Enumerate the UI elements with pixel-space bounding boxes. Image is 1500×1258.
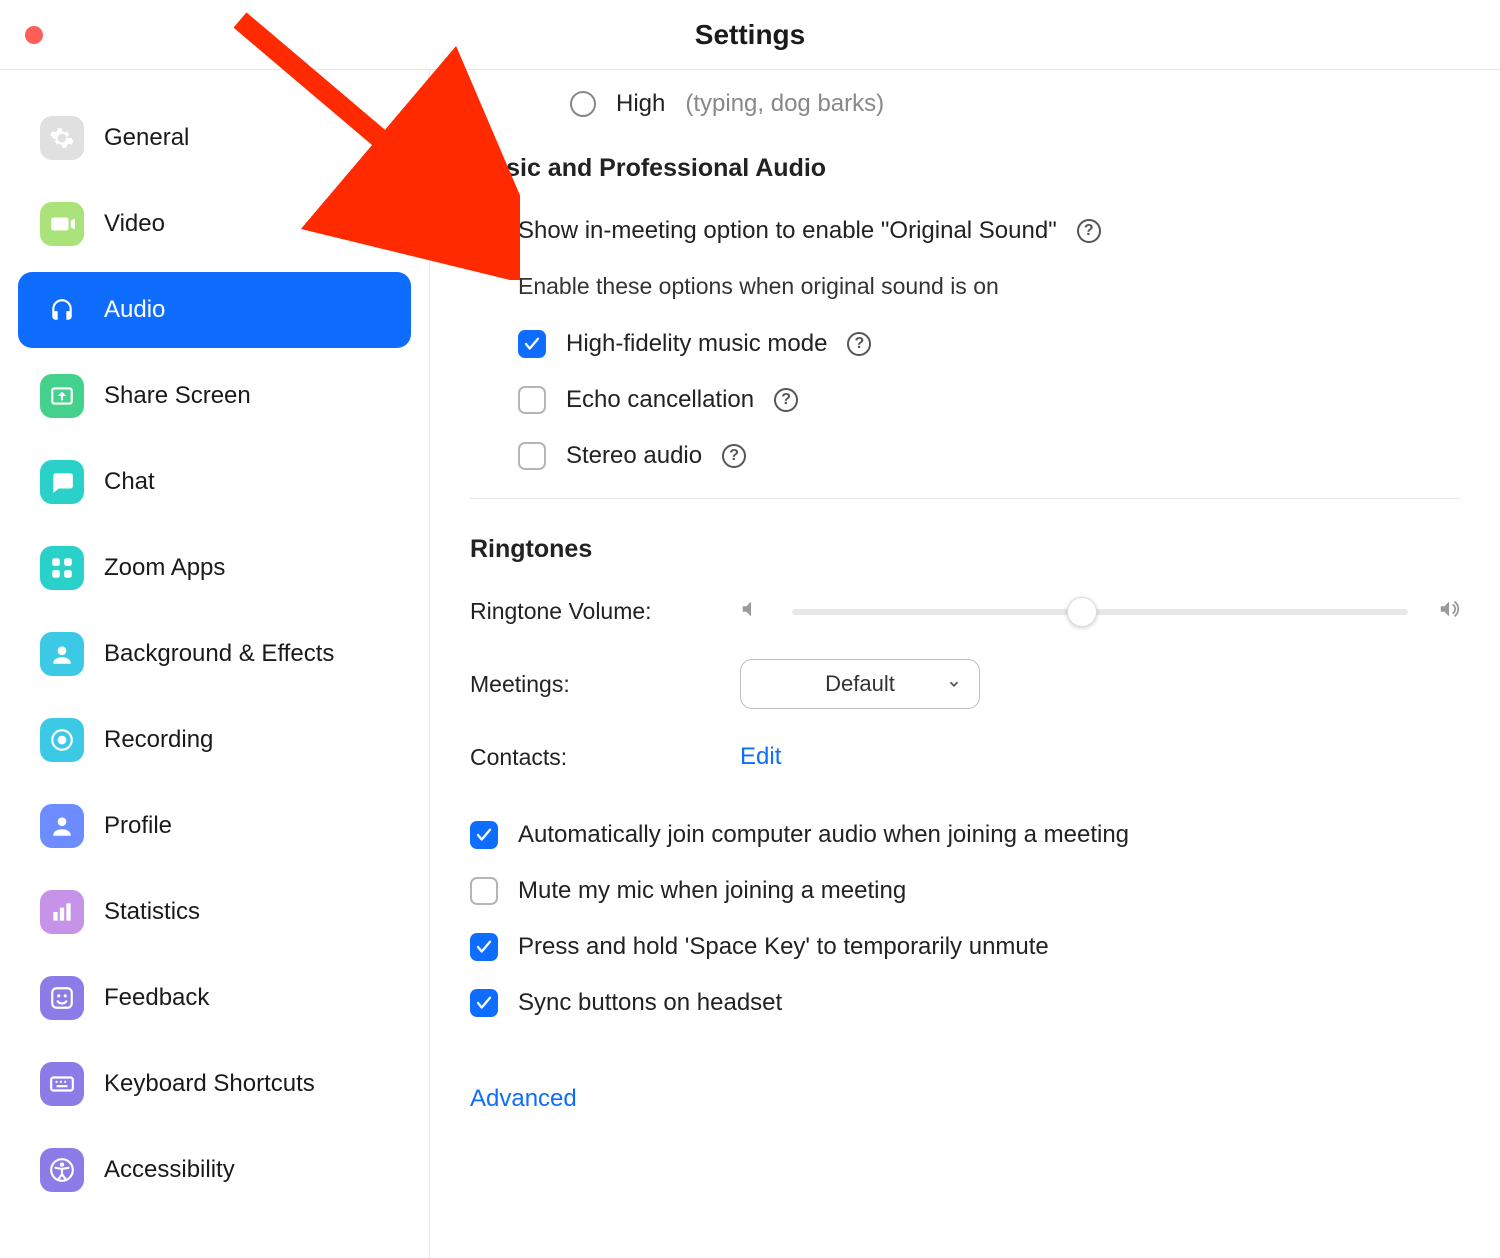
sidebar-label: Audio [104,296,165,324]
original-sound-checkbox-row[interactable]: Show in-meeting option to enable "Origin… [470,217,1460,245]
space-key-checkbox-row[interactable]: Press and hold 'Space Key' to temporaril… [470,933,1460,961]
keyboard-icon [40,1062,84,1106]
sidebar-item-audio[interactable]: Audio [18,272,411,348]
checkbox-unchecked-icon [470,877,498,905]
checkbox-checked-icon [470,989,498,1017]
help-icon[interactable]: ? [847,332,871,356]
hifi-checkbox-row[interactable]: High-fidelity music mode ? [518,330,1460,358]
sidebar-label: Recording [104,726,213,754]
sidebar-item-background-effects[interactable]: Background & Effects [18,616,411,692]
ringtone-volume-slider[interactable] [792,609,1408,615]
sync-headset-label: Sync buttons on headset [518,989,782,1017]
sidebar-item-zoom-apps[interactable]: Zoom Apps [18,530,411,606]
sync-headset-checkbox-row[interactable]: Sync buttons on headset [470,989,1460,1017]
noise-high-hint: (typing, dog barks) [685,90,884,118]
feedback-icon [40,976,84,1020]
sidebar-label: Statistics [104,898,200,926]
echo-label: Echo cancellation [566,386,754,414]
sidebar-item-video[interactable]: Video [18,186,411,262]
space-key-label: Press and hold 'Space Key' to temporaril… [518,933,1049,961]
checkbox-unchecked-icon [518,442,546,470]
chevron-down-icon [947,671,961,697]
settings-sidebar: General Video Audio Share Screen Chat Zoom Ap… [0,70,430,1258]
meetings-ringtone-row: Meetings: Default [470,659,1460,709]
window-title: Settings [0,19,1500,51]
divider [470,498,1460,499]
sidebar-item-keyboard-shortcuts[interactable]: Keyboard Shortcuts [18,1046,411,1122]
enable-options-desc: Enable these options when original sound… [518,273,1460,300]
profile-icon [40,804,84,848]
bg-icon [40,632,84,676]
accessibility-icon [40,1148,84,1192]
echo-checkbox-row[interactable]: Echo cancellation ? [518,386,1460,414]
sidebar-item-recording[interactable]: Recording [18,702,411,778]
sidebar-item-chat[interactable]: Chat [18,444,411,520]
sidebar-item-profile[interactable]: Profile [18,788,411,864]
volume-low-icon [740,598,762,625]
close-window-button[interactable] [25,26,43,44]
sidebar-label: Accessibility [104,1156,235,1184]
chat-icon [40,460,84,504]
ringtones-title: Ringtones [470,535,1460,564]
gear-icon [40,116,84,160]
settings-window: Settings General Video Audio Share Screen Ch… [0,0,1500,1258]
ringtone-volume-row: Ringtone Volume: [470,598,1460,625]
sidebar-item-general[interactable]: General [18,100,411,176]
auto-join-checkbox-row[interactable]: Automatically join computer audio when j… [470,821,1460,849]
stereo-label: Stereo audio [566,442,702,470]
hifi-label: High-fidelity music mode [566,330,827,358]
sidebar-item-accessibility[interactable]: Accessibility [18,1132,411,1208]
noise-high-label: High [616,90,665,118]
checkbox-checked-icon [470,821,498,849]
stereo-checkbox-row[interactable]: Stereo audio ? [518,442,1460,470]
apps-icon [40,546,84,590]
music-section-title: Music and Professional Audio [470,154,1460,183]
headphones-icon [40,288,84,332]
sidebar-label: General [104,124,189,152]
help-icon[interactable]: ? [774,388,798,412]
mute-mic-label: Mute my mic when joining a meeting [518,877,906,905]
sidebar-label: Keyboard Shortcuts [104,1070,315,1098]
sidebar-item-statistics[interactable]: Statistics [18,874,411,950]
checkbox-unchecked-icon [518,386,546,414]
sidebar-item-feedback[interactable]: Feedback [18,960,411,1036]
checkbox-checked-icon [470,933,498,961]
rec-icon [40,718,84,762]
mute-mic-checkbox-row[interactable]: Mute my mic when joining a meeting [470,877,1460,905]
volume-high-icon [1438,598,1460,625]
sidebar-label: Feedback [104,984,209,1012]
titlebar: Settings [0,0,1500,70]
ringtone-volume-label: Ringtone Volume: [470,598,710,625]
radio-icon [570,91,596,117]
original-sound-label: Show in-meeting option to enable "Origin… [518,217,1057,245]
contacts-edit-link[interactable]: Edit [740,743,781,771]
meetings-ringtone-dropdown[interactable]: Default [740,659,980,709]
advanced-link[interactable]: Advanced [470,1085,577,1113]
sidebar-item-share-screen[interactable]: Share Screen [18,358,411,434]
sidebar-label: Chat [104,468,155,496]
help-icon[interactable]: ? [722,444,746,468]
meetings-ringtone-value: Default [825,671,895,697]
meetings-label: Meetings: [470,671,710,698]
share-icon [40,374,84,418]
contacts-label: Contacts: [470,744,710,771]
checkbox-checked-icon [518,330,546,358]
settings-content: High (typing, dog barks) Music and Profe… [430,70,1500,1258]
auto-join-label: Automatically join computer audio when j… [518,821,1129,849]
video-icon [40,202,84,246]
sidebar-label: Video [104,210,165,238]
sidebar-label: Zoom Apps [104,554,225,582]
sidebar-label: Background & Effects [104,640,334,668]
stats-icon [40,890,84,934]
help-icon[interactable]: ? [1077,219,1101,243]
sidebar-label: Profile [104,812,172,840]
contacts-ringtone-row: Contacts: Edit [470,743,1460,771]
sidebar-label: Share Screen [104,382,251,410]
checkbox-checked-icon [470,217,498,245]
noise-high-option[interactable]: High (typing, dog barks) [570,90,1460,118]
